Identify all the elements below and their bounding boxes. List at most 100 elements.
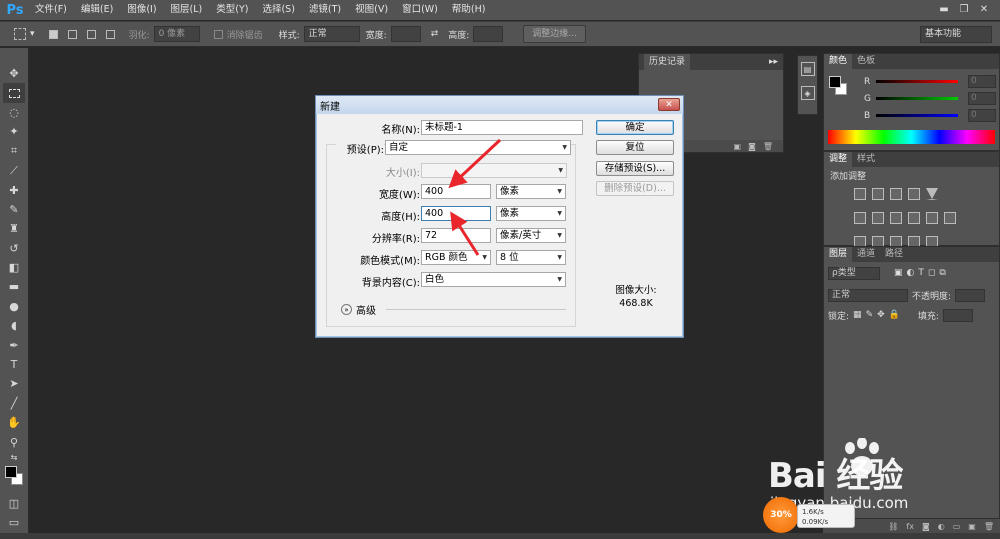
properties-panel-icon[interactable]: ◈	[800, 86, 815, 100]
swap-colors-icon[interactable]: ⇆	[3, 452, 25, 464]
tab-swatches[interactable]: 色板	[852, 54, 880, 69]
tab-channels[interactable]: 通道	[852, 247, 880, 262]
magic-wand-tool-icon[interactable]: ✦	[3, 122, 25, 141]
gradient-tool-icon[interactable]: ▬	[3, 277, 25, 296]
size-select[interactable]	[421, 163, 567, 178]
hue-saturation-icon[interactable]	[854, 212, 866, 224]
zoom-tool-icon[interactable]: ⚲	[3, 432, 25, 451]
lock-image-icon[interactable]: ✎	[866, 310, 874, 320]
height-unit-select[interactable]: 像素	[496, 206, 566, 221]
selection-mode-add-icon[interactable]	[67, 29, 81, 39]
feather-input[interactable]: 0 像素	[153, 26, 200, 42]
fill-input[interactable]	[942, 308, 973, 322]
red-slider[interactable]	[876, 80, 958, 83]
tab-layers[interactable]: 图层	[824, 247, 853, 262]
type-tool-icon[interactable]: T	[3, 355, 25, 374]
color-spectrum-bar[interactable]	[828, 130, 995, 144]
color-mode-select[interactable]: RGB 颜色	[421, 250, 491, 265]
tab-adjustments[interactable]: 调整	[824, 152, 853, 167]
menu-layer[interactable]: 图层(L)	[164, 0, 210, 20]
height-input[interactable]	[473, 26, 504, 42]
move-tool-icon[interactable]: ✥	[3, 64, 25, 83]
expand-icon[interactable]: »	[341, 304, 352, 315]
blue-value-input[interactable]: 0	[968, 109, 996, 122]
brightness-icon[interactable]	[854, 188, 866, 200]
speed-percent-badge[interactable]: 30%	[763, 497, 799, 533]
healing-brush-tool-icon[interactable]: ✚	[3, 180, 25, 199]
delete-layer-icon[interactable]: 🗑	[984, 522, 994, 531]
menu-view[interactable]: 视图(V)	[348, 0, 395, 20]
color-swatches[interactable]	[3, 465, 25, 490]
history-brush-tool-icon[interactable]: ↺	[3, 239, 25, 258]
height-input[interactable]: 400	[421, 206, 491, 221]
stamp-tool-icon[interactable]: ♜	[3, 219, 25, 238]
lasso-tool-icon[interactable]: ◌	[3, 103, 25, 122]
selection-mode-intersect-icon[interactable]	[105, 29, 119, 39]
marquee-tool-icon[interactable]	[3, 83, 25, 103]
blur-tool-icon[interactable]: ●	[3, 297, 25, 316]
add-mask-icon[interactable]: ◙	[922, 522, 930, 531]
tab-color[interactable]: 颜色	[824, 54, 853, 69]
crop-tool-icon[interactable]: ⌗	[3, 142, 25, 161]
trash-icon[interactable]: 🗑	[763, 142, 773, 151]
opacity-input[interactable]	[955, 288, 986, 302]
menu-type[interactable]: 类型(Y)	[209, 0, 255, 20]
eyedropper-tool-icon[interactable]: ⟋	[3, 161, 25, 180]
resolution-input[interactable]: 72	[421, 228, 491, 243]
brush-tool-icon[interactable]: ✎	[3, 200, 25, 219]
advanced-toggle[interactable]: » 高级	[341, 302, 566, 317]
green-slider[interactable]	[876, 97, 958, 100]
close-button[interactable]: ✕	[974, 0, 994, 18]
filter-smart-icon[interactable]: ⧉	[939, 268, 945, 278]
menu-edit[interactable]: 编辑(E)	[74, 0, 120, 20]
channel-mixer-icon[interactable]	[926, 212, 938, 224]
resolution-unit-select[interactable]: 像素/英寸	[496, 228, 566, 243]
menu-filter[interactable]: 滤镜(T)	[302, 0, 348, 20]
link-layers-icon[interactable]: ⛓	[888, 522, 898, 531]
new-layer-icon[interactable]: ▣	[968, 522, 976, 531]
menu-window[interactable]: 窗口(W)	[395, 0, 445, 20]
restore-button[interactable]: ❐	[954, 0, 974, 18]
selection-mode-new-icon[interactable]	[48, 29, 62, 39]
selection-mode-subtract-icon[interactable]	[86, 29, 100, 39]
width-input[interactable]	[390, 26, 421, 42]
blend-mode-select[interactable]: 正常	[828, 288, 908, 302]
antialias-checkbox[interactable]: 消除锯齿	[213, 28, 263, 41]
save-preset-button[interactable]: 存储预设(S)...	[596, 161, 674, 176]
menu-help[interactable]: 帮助(H)	[445, 0, 493, 20]
workspace-select[interactable]: 基本功能	[920, 26, 992, 43]
lock-transparent-icon[interactable]: ▦	[853, 310, 862, 320]
name-input[interactable]: 未标题-1	[421, 120, 583, 135]
vibrance-icon[interactable]	[926, 188, 938, 200]
minimize-button[interactable]: ▬	[934, 0, 954, 18]
tab-paths[interactable]: 路径	[880, 247, 908, 262]
hand-tool-icon[interactable]: ✋	[3, 413, 25, 432]
black-white-icon[interactable]	[890, 212, 902, 224]
eraser-tool-icon[interactable]: ◧	[3, 258, 25, 277]
layer-kind-filter[interactable]: ρ类型	[828, 266, 880, 280]
snapshot-icon[interactable]: ◙	[748, 142, 756, 151]
filter-pixel-icon[interactable]: ▣	[894, 268, 903, 278]
background-contents-select[interactable]: 白色	[421, 272, 566, 287]
curves-icon[interactable]	[890, 188, 902, 200]
tab-styles[interactable]: 样式	[852, 152, 880, 167]
lock-position-icon[interactable]: ✥	[877, 310, 885, 320]
width-unit-select[interactable]: 像素	[496, 184, 566, 199]
adjustment-layer-icon[interactable]: ◐	[938, 522, 945, 531]
pen-tool-icon[interactable]: ✒	[3, 335, 25, 354]
marquee-preset-icon[interactable]: ▾	[14, 28, 35, 40]
ok-button[interactable]: 确定	[596, 120, 674, 135]
path-selection-tool-icon[interactable]: ➤	[3, 374, 25, 393]
green-value-input[interactable]: 0	[968, 92, 996, 105]
red-value-input[interactable]: 0	[968, 75, 996, 88]
color-panel-fg-swatch[interactable]	[829, 76, 841, 88]
filter-shape-icon[interactable]: ◻	[928, 268, 935, 278]
quick-mask-icon[interactable]: ◫	[3, 494, 25, 513]
menu-file[interactable]: 文件(F)	[28, 0, 74, 20]
dodge-tool-icon[interactable]: ◖	[3, 316, 25, 335]
refine-edge-button[interactable]: 调整边缘...	[523, 25, 586, 43]
delete-preset-button[interactable]: 删除预设(D)...	[596, 181, 674, 196]
menu-image[interactable]: 图像(I)	[120, 0, 163, 20]
line-tool-icon[interactable]: ╱	[3, 394, 25, 413]
dialog-close-button[interactable]: ✕	[658, 98, 680, 111]
